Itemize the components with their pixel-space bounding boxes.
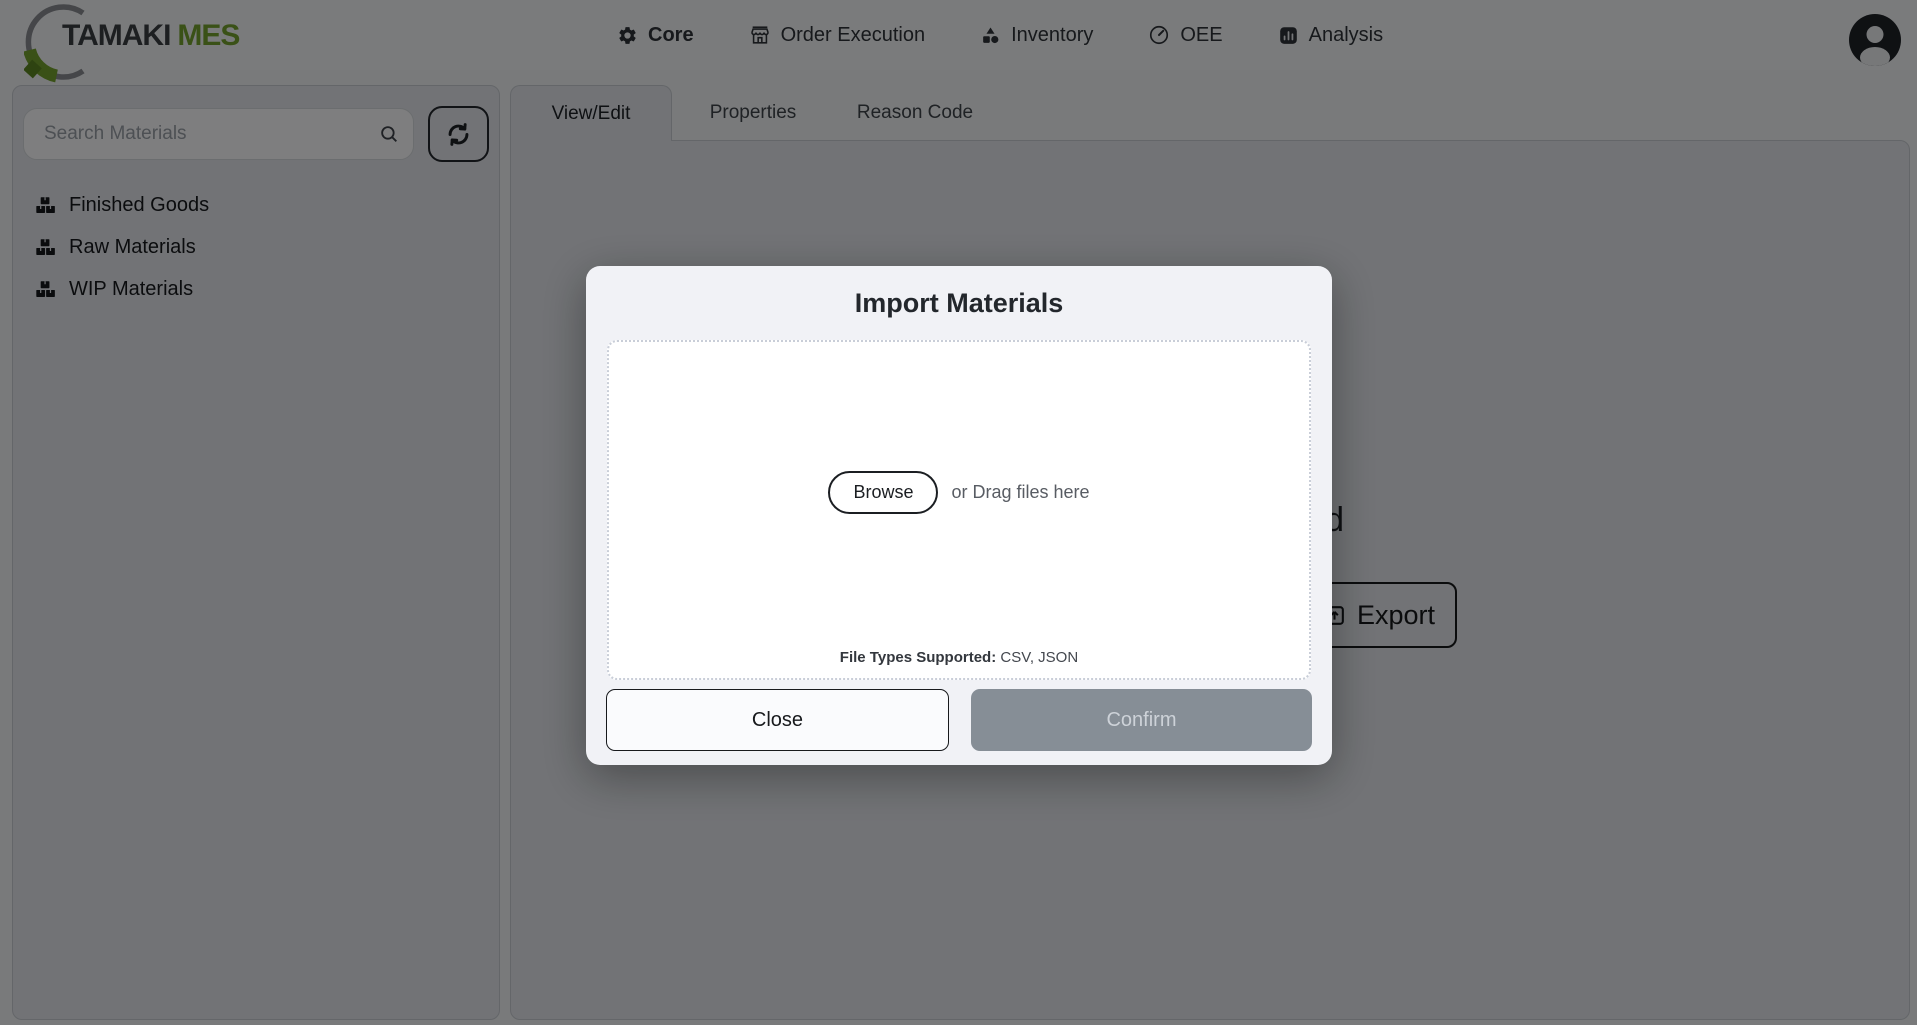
- file-types-note: File Types Supported: CSV, JSON: [609, 649, 1309, 666]
- import-materials-modal: Import Materials Browse or Drag files he…: [586, 266, 1332, 765]
- file-dropzone[interactable]: Browse or Drag files here File Types Sup…: [607, 340, 1311, 680]
- confirm-button[interactable]: Confirm: [971, 689, 1312, 751]
- close-button[interactable]: Close: [606, 689, 949, 751]
- browse-row: Browse or Drag files here: [828, 471, 1089, 514]
- browse-button[interactable]: Browse: [828, 471, 938, 514]
- drag-hint-text: or Drag files here: [951, 482, 1089, 503]
- modal-title: Import Materials: [586, 288, 1332, 319]
- modal-footer: Close Confirm: [606, 689, 1312, 751]
- file-types-label: File Types Supported:: [840, 649, 996, 666]
- file-types-value: CSV, JSON: [1000, 649, 1078, 666]
